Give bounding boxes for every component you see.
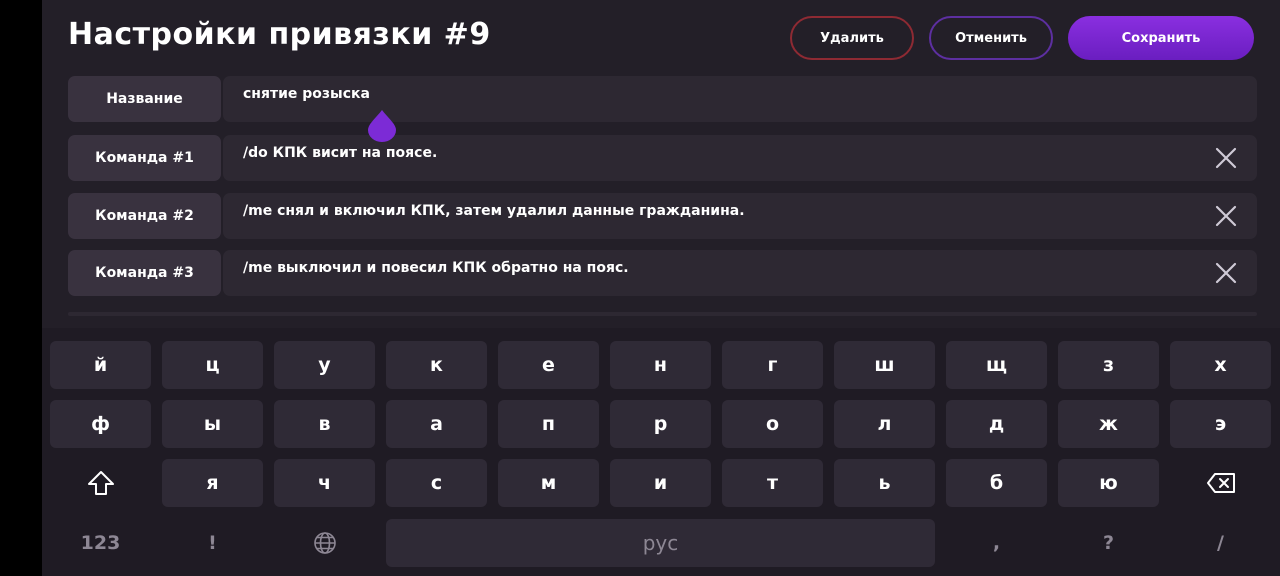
key[interactable]: ц <box>162 341 263 389</box>
name-row: Название снятие розыска <box>68 76 1257 122</box>
key[interactable]: д <box>946 400 1047 448</box>
key[interactable]: п <box>498 400 599 448</box>
delete-button[interactable]: Удалить <box>790 16 914 60</box>
key[interactable]: ж <box>1058 400 1159 448</box>
key[interactable]: о <box>722 400 823 448</box>
key[interactable]: ч <box>274 459 375 507</box>
key[interactable]: ь <box>834 459 935 507</box>
key[interactable]: р <box>610 400 711 448</box>
text-cursor-handle-icon[interactable] <box>366 108 398 142</box>
shift-icon <box>87 471 114 495</box>
question-key[interactable]: ? <box>1058 519 1159 567</box>
partially-hidden-row <box>68 312 1257 316</box>
backspace-key[interactable] <box>1170 459 1271 507</box>
command-row-1: Команда #1 /do КПК висит на поясе. <box>68 135 1257 181</box>
key[interactable]: з <box>1058 341 1159 389</box>
close-icon[interactable] <box>1215 147 1237 169</box>
backspace-icon <box>1206 473 1235 493</box>
command-row-2: Команда #2 /me снял и включил КПК, затем… <box>68 193 1257 239</box>
command-row-3: Команда #3 /me выключил и повесил КПК об… <box>68 250 1257 296</box>
command-3-input[interactable]: /me выключил и повесил КПК обратно на по… <box>223 250 1257 296</box>
key[interactable]: х <box>1170 341 1271 389</box>
command-2-label: Команда #2 <box>68 193 221 239</box>
name-input-value: снятие розыска <box>243 86 370 102</box>
command-3-value: /me выключил и повесил КПК обратно на по… <box>243 260 629 276</box>
page-title: Настройки привязки #9 <box>68 17 491 52</box>
numbers-key[interactable]: 123 <box>50 519 151 567</box>
key[interactable]: б <box>946 459 1047 507</box>
command-1-value: /do КПК висит на поясе. <box>243 145 438 161</box>
command-2-value: /me снял и включил КПК, затем удалил дан… <box>243 203 745 219</box>
key[interactable]: н <box>610 341 711 389</box>
key[interactable]: в <box>274 400 375 448</box>
key[interactable]: ы <box>162 400 263 448</box>
bind-settings-screen: Настройки привязки #9 Удалить Отменить С… <box>42 0 1280 576</box>
key[interactable]: к <box>386 341 487 389</box>
command-3-label: Команда #3 <box>68 250 221 296</box>
key[interactable]: ш <box>834 341 935 389</box>
exclamation-key[interactable]: ! <box>162 519 263 567</box>
key[interactable]: у <box>274 341 375 389</box>
name-label: Название <box>68 76 221 122</box>
key[interactable]: а <box>386 400 487 448</box>
key[interactable]: е <box>498 341 599 389</box>
save-button[interactable]: Сохранить <box>1068 16 1254 60</box>
language-key[interactable] <box>274 519 375 567</box>
key[interactable]: ф <box>50 400 151 448</box>
command-1-label: Команда #1 <box>68 135 221 181</box>
comma-key[interactable]: , <box>946 519 1047 567</box>
close-icon[interactable] <box>1215 205 1237 227</box>
key[interactable]: щ <box>946 341 1047 389</box>
close-icon[interactable] <box>1215 262 1237 284</box>
shift-key[interactable] <box>50 459 151 507</box>
key[interactable]: э <box>1170 400 1271 448</box>
key[interactable]: г <box>722 341 823 389</box>
key[interactable]: т <box>722 459 823 507</box>
slash-key[interactable]: / <box>1170 519 1271 567</box>
on-screen-keyboard: й ц у к е н г ш щ з х ф ы в а п р о л д … <box>42 328 1280 576</box>
command-2-input[interactable]: /me снял и включил КПК, затем удалил дан… <box>223 193 1257 239</box>
key[interactable]: й <box>50 341 151 389</box>
key[interactable]: ю <box>1058 459 1159 507</box>
key[interactable]: с <box>386 459 487 507</box>
globe-icon <box>313 532 336 554</box>
key[interactable]: м <box>498 459 599 507</box>
key[interactable]: и <box>610 459 711 507</box>
cancel-button[interactable]: Отменить <box>929 16 1053 60</box>
key[interactable]: я <box>162 459 263 507</box>
space-key[interactable]: рус <box>386 519 935 567</box>
key[interactable]: л <box>834 400 935 448</box>
